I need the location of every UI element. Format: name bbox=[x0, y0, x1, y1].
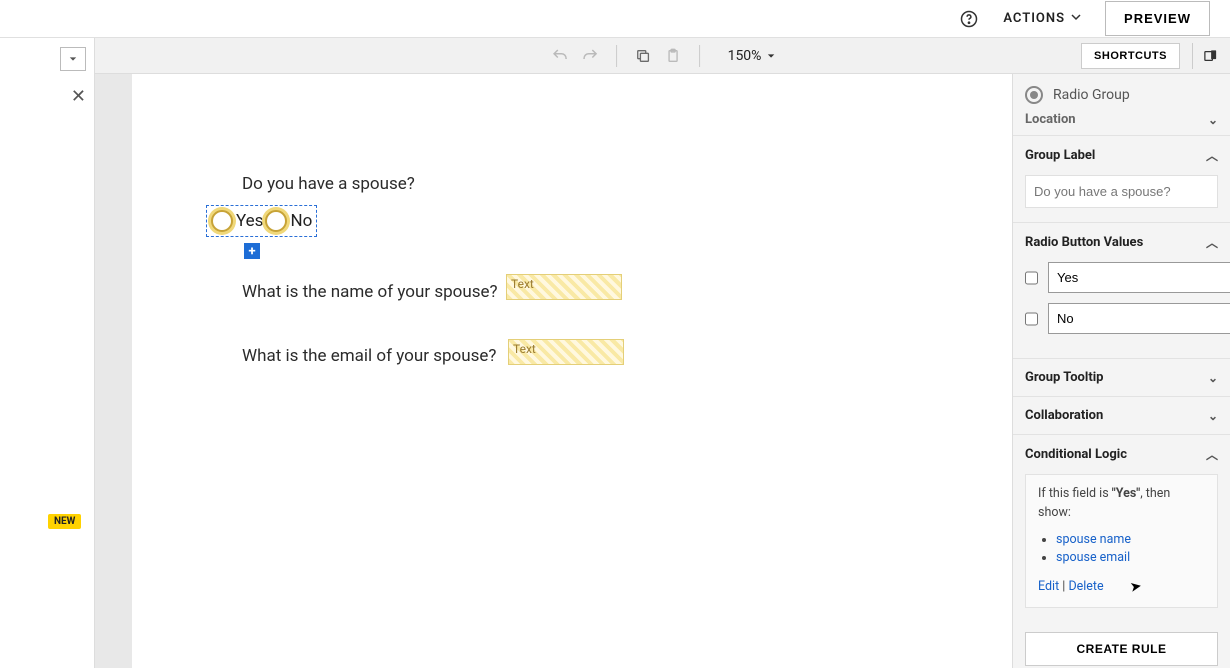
section-collaboration-title: Collaboration bbox=[1025, 408, 1103, 423]
conditional-rule-summary: If this field is "Yes", then show: spous… bbox=[1025, 474, 1218, 608]
chevron-down-icon: ⌄ bbox=[1208, 371, 1218, 385]
new-badge: NEW bbox=[48, 514, 81, 529]
section-group-tooltip-title: Group Tooltip bbox=[1025, 370, 1103, 385]
section-group-tooltip-header[interactable]: Group Tooltip ⌄ bbox=[1013, 359, 1230, 396]
toolbar-divider bbox=[616, 45, 617, 67]
undo-icon[interactable] bbox=[550, 46, 570, 66]
section-group-label: Group Label ︿ bbox=[1013, 135, 1230, 222]
question-spouse-email: What is the email of your spouse? bbox=[242, 346, 496, 366]
toolbar: 150% SHORTCUTS bbox=[95, 38, 1230, 74]
zoom-value: 150% bbox=[728, 48, 762, 64]
section-conditional-logic-header[interactable]: Conditional Logic ︿ bbox=[1013, 435, 1230, 474]
section-radio-values-header[interactable]: Radio Button Values ︿ bbox=[1013, 223, 1230, 262]
radio-value-row bbox=[1025, 262, 1218, 293]
chevron-down-icon: ⌄ bbox=[1208, 409, 1218, 423]
redo-icon[interactable] bbox=[580, 46, 600, 66]
section-location-label: Location bbox=[1025, 112, 1076, 127]
rule-prefix: If this field is bbox=[1038, 486, 1112, 501]
question-spouse-name: What is the name of your spouse? bbox=[242, 282, 498, 302]
actions-menu[interactable]: ACTIONS bbox=[1003, 11, 1081, 26]
radio-option-no[interactable]: No bbox=[265, 210, 312, 232]
radio-value-checkbox[interactable] bbox=[1025, 311, 1038, 327]
spouse-name-field[interactable]: Text bbox=[506, 274, 622, 300]
copy-icon[interactable] bbox=[633, 46, 653, 66]
panel-toggle-icon[interactable] bbox=[1192, 43, 1218, 69]
radio-icon bbox=[211, 210, 233, 232]
section-radio-values: Radio Button Values ︿ bbox=[1013, 222, 1230, 358]
chevron-up-icon: ︿ bbox=[1206, 234, 1218, 251]
rule-target-spouse-email[interactable]: spouse email bbox=[1056, 550, 1130, 565]
section-location[interactable]: Location ⌄ bbox=[1013, 112, 1230, 135]
spouse-email-field[interactable]: Text bbox=[508, 339, 624, 365]
form-canvas[interactable]: Do you have a spouse? Yes No + What is t… bbox=[132, 74, 1012, 668]
radio-option-yes[interactable]: Yes bbox=[211, 210, 263, 232]
rule-target-spouse-name[interactable]: spouse name bbox=[1056, 532, 1131, 547]
radio-label-no: No bbox=[290, 211, 312, 231]
group-label-input[interactable] bbox=[1025, 175, 1218, 208]
radio-label-yes: Yes bbox=[236, 211, 263, 231]
rule-value: "Yes" bbox=[1112, 486, 1140, 501]
left-dropdown[interactable] bbox=[60, 47, 86, 71]
section-collaboration: Collaboration ⌄ bbox=[1013, 396, 1230, 434]
question-spouse: Do you have a spouse? bbox=[242, 174, 415, 194]
radio-value-input[interactable] bbox=[1048, 303, 1230, 334]
chevron-down-icon bbox=[1071, 11, 1081, 26]
component-type-label: Radio Group bbox=[1053, 87, 1130, 103]
radio-group-selected[interactable]: Yes No bbox=[206, 205, 317, 237]
zoom-dropdown[interactable]: 150% bbox=[728, 48, 776, 64]
radio-group-icon bbox=[1025, 86, 1043, 104]
section-radio-values-title: Radio Button Values bbox=[1025, 235, 1143, 250]
properties-panel: Radio Group Location ⌄ Group Label ︿ Rad… bbox=[1012, 74, 1230, 668]
edit-rule-link[interactable]: Edit bbox=[1038, 579, 1059, 594]
preview-button[interactable]: PREVIEW bbox=[1105, 1, 1210, 36]
radio-value-input[interactable] bbox=[1048, 262, 1230, 293]
close-icon[interactable]: ✕ bbox=[71, 86, 86, 107]
properties-panel-header: Radio Group bbox=[1013, 74, 1230, 112]
section-conditional-logic-title: Conditional Logic bbox=[1025, 447, 1127, 462]
delete-rule-link[interactable]: Delete bbox=[1068, 579, 1103, 594]
section-conditional-logic: Conditional Logic ︿ If this field is "Ye… bbox=[1013, 434, 1230, 666]
paste-icon[interactable] bbox=[663, 46, 683, 66]
section-group-label-title: Group Label bbox=[1025, 148, 1095, 163]
rule-actions: Edit | Delete bbox=[1038, 578, 1205, 597]
chevron-up-icon: ︿ bbox=[1206, 147, 1218, 164]
actions-label: ACTIONS bbox=[1003, 11, 1065, 26]
section-group-label-header[interactable]: Group Label ︿ bbox=[1013, 136, 1230, 175]
section-group-tooltip: Group Tooltip ⌄ bbox=[1013, 358, 1230, 396]
chevron-down-icon: ⌄ bbox=[1208, 113, 1218, 127]
radio-icon bbox=[265, 210, 287, 232]
radio-value-row bbox=[1025, 303, 1218, 334]
create-rule-button[interactable]: CREATE RULE bbox=[1025, 632, 1218, 666]
top-header: ACTIONS PREVIEW bbox=[0, 0, 1230, 38]
section-collaboration-header[interactable]: Collaboration ⌄ bbox=[1013, 397, 1230, 434]
left-panel: ✕ NEW bbox=[0, 38, 95, 668]
toolbar-divider-2 bbox=[699, 45, 700, 67]
help-icon[interactable] bbox=[959, 9, 979, 29]
shortcuts-button[interactable]: SHORTCUTS bbox=[1081, 43, 1180, 69]
radio-value-checkbox[interactable] bbox=[1025, 270, 1038, 286]
add-option-handle[interactable]: + bbox=[244, 243, 260, 259]
chevron-up-icon: ︿ bbox=[1206, 446, 1218, 463]
